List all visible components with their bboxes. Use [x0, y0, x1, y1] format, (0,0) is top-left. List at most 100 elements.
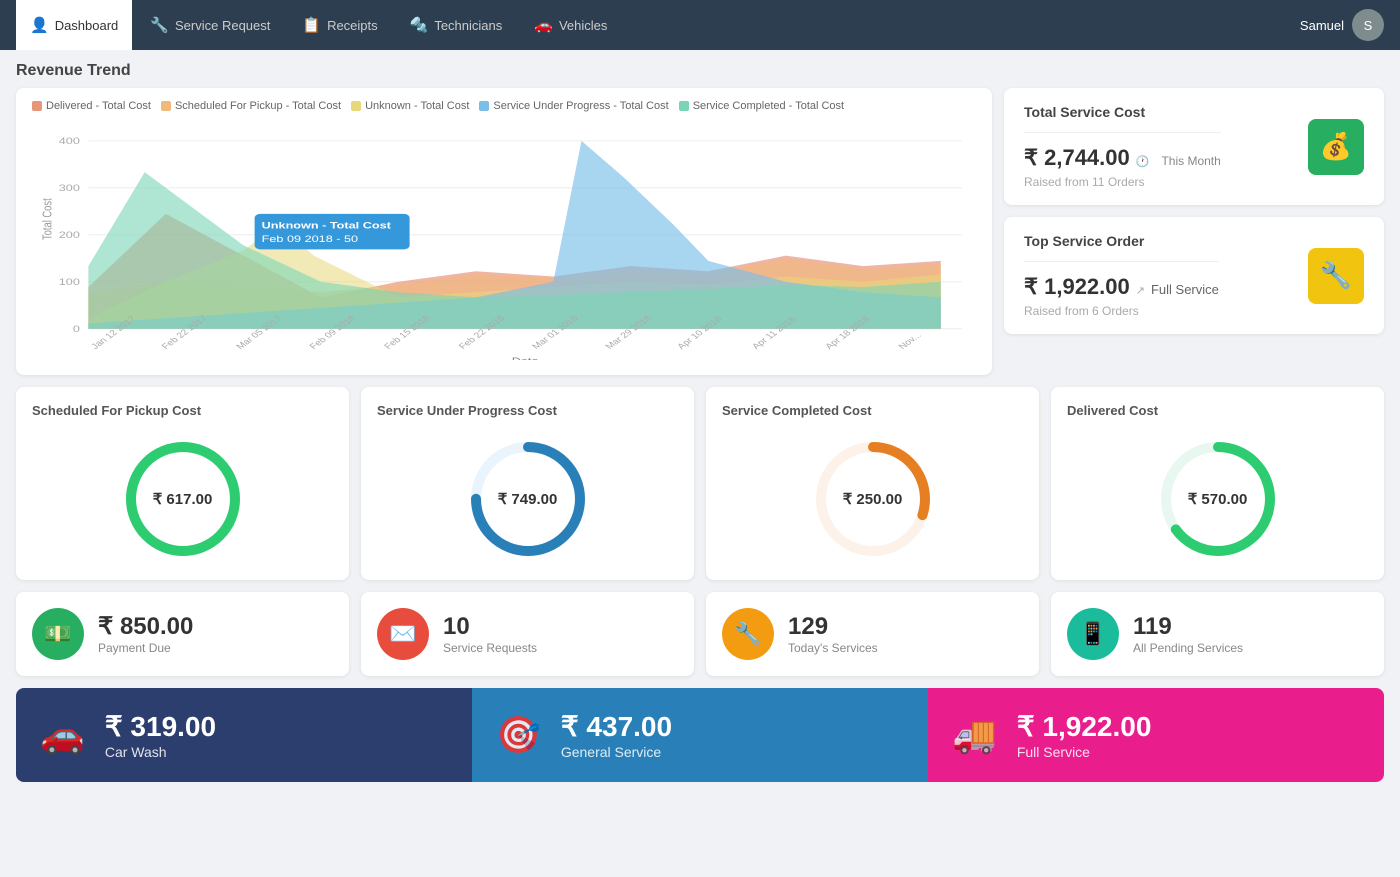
nav-right: Samuel S	[1300, 9, 1384, 41]
legend-label: Delivered - Total Cost	[46, 100, 151, 112]
bottom-card-1: 🎯 ₹ 437.00 General Service	[472, 688, 928, 782]
gauge-value-0: ₹ 617.00	[153, 490, 213, 508]
gauge-value-3: ₹ 570.00	[1188, 490, 1248, 508]
revenue-trend-title: Revenue Trend	[16, 62, 1384, 80]
top-service-order-icon: 🔧	[1308, 248, 1364, 304]
svg-text:Date: Date	[512, 357, 539, 360]
gauge-row: Scheduled For Pickup Cost ₹ 617.00 Servi…	[16, 387, 1384, 580]
svg-text:300: 300	[59, 183, 80, 193]
total-service-cost-card: Total Service Cost ₹ 2,744.00 🕐 This Mon…	[1004, 88, 1384, 205]
legend-item: Service Completed - Total Cost	[679, 100, 844, 112]
total-service-cost-period: This Month	[1161, 154, 1220, 168]
stat-icon-1: ✉️	[377, 608, 429, 660]
nav-item-receipts[interactable]: 📋 Receipts	[288, 0, 391, 50]
legend-label: Scheduled For Pickup - Total Cost	[175, 100, 341, 112]
legend-dot	[479, 101, 489, 111]
legend-dot	[32, 101, 42, 111]
chart-card: Delivered - Total Cost Scheduled For Pick…	[16, 88, 992, 375]
bottom-card-2: 🚚 ₹ 1,922.00 Full Service	[928, 688, 1384, 782]
bottom-card-icon-2: 🚚	[952, 714, 997, 756]
svg-text:100: 100	[59, 277, 80, 287]
gauge-card-1: Service Under Progress Cost ₹ 749.00	[361, 387, 694, 580]
nav-label-dashboard: Dashboard	[55, 18, 119, 33]
bottom-card-text-2: ₹ 1,922.00 Full Service	[1017, 710, 1152, 760]
bottom-card-value-2: ₹ 1,922.00	[1017, 710, 1152, 744]
bottom-card-text-0: ₹ 319.00 Car Wash	[105, 710, 216, 760]
nav-label-vehicles: Vehicles	[559, 18, 607, 33]
bottom-card-value-0: ₹ 319.00	[105, 710, 216, 744]
stat-text-0: ₹ 850.00 Payment Due	[98, 613, 193, 656]
stat-label-1: Service Requests	[443, 641, 537, 655]
svg-text:Nov...: Nov...	[896, 331, 923, 351]
chart-legend: Delivered - Total Cost Scheduled For Pick…	[32, 100, 976, 112]
stat-label-2: Today's Services	[788, 641, 878, 655]
top-service-order-sub: Raised from 6 Orders	[1024, 304, 1219, 318]
stat-value-2: 129	[788, 613, 878, 642]
stat-card-2: 🔧 129 Today's Services	[706, 592, 1039, 676]
bottom-card-label-1: General Service	[561, 744, 672, 760]
bottom-card-icon-0: 🚗	[40, 714, 85, 756]
gauge-title-2: Service Completed Cost	[722, 403, 872, 418]
gauge-container-1: ₹ 749.00	[463, 434, 593, 564]
svg-text:Total Cost: Total Cost	[41, 198, 55, 240]
stat-card-0: 💵 ₹ 850.00 Payment Due	[16, 592, 349, 676]
legend-item: Delivered - Total Cost	[32, 100, 151, 112]
stat-text-2: 129 Today's Services	[788, 613, 878, 656]
right-cards: Total Service Cost ₹ 2,744.00 🕐 This Mon…	[1004, 88, 1384, 375]
gauge-title-1: Service Under Progress Cost	[377, 403, 557, 418]
svg-text:Feb 09 2018 - 50: Feb 09 2018 - 50	[262, 235, 358, 245]
top-service-order-service: Full Service	[1151, 282, 1219, 297]
stat-value-1: 10	[443, 613, 537, 642]
total-service-cost-amount: ₹ 2,744.00	[1024, 145, 1130, 171]
nav-item-technicians[interactable]: 🔩 Technicians	[396, 0, 517, 50]
navbar: 👤 Dashboard 🔧 Service Request 📋 Receipts…	[0, 0, 1400, 50]
svg-text:Unknown - Total Cost: Unknown - Total Cost	[262, 221, 392, 231]
gauge-container-3: ₹ 570.00	[1153, 434, 1283, 564]
svg-text:0: 0	[73, 324, 80, 334]
stat-card-3: 📱 119 All Pending Services	[1051, 592, 1384, 676]
stat-text-1: 10 Service Requests	[443, 613, 537, 656]
gauge-container-2: ₹ 250.00	[808, 434, 938, 564]
nav-label-receipts: Receipts	[327, 18, 378, 33]
main-content: Revenue Trend Delivered - Total Cost Sche…	[0, 50, 1400, 794]
stat-value-3: 119	[1133, 613, 1243, 642]
technicians-icon: 🔩	[410, 16, 429, 34]
nav-label-technicians: Technicians	[434, 18, 502, 33]
legend-item: Scheduled For Pickup - Total Cost	[161, 100, 341, 112]
gauge-value-1: ₹ 749.00	[498, 490, 558, 508]
svg-text:400: 400	[59, 136, 80, 146]
stat-icon-3: 📱	[1067, 608, 1119, 660]
total-service-cost-label: Total Service Cost	[1024, 104, 1221, 120]
bottom-card-icon-1: 🎯	[496, 714, 541, 756]
stat-row: 💵 ₹ 850.00 Payment Due ✉️ 10 Service Req…	[16, 592, 1384, 676]
gauge-card-0: Scheduled For Pickup Cost ₹ 617.00	[16, 387, 349, 580]
nav-item-dashboard[interactable]: 👤 Dashboard	[16, 0, 132, 50]
nav-label-service-request: Service Request	[175, 18, 270, 33]
stat-label-3: All Pending Services	[1133, 641, 1243, 655]
gauge-value-2: ₹ 250.00	[843, 490, 903, 508]
top-row: Delivered - Total Cost Scheduled For Pick…	[16, 88, 1384, 375]
nav-item-vehicles[interactable]: 🚗 Vehicles	[520, 0, 621, 50]
top-service-order-amount: ₹ 1,922.00	[1024, 274, 1130, 300]
stat-icon-2: 🔧	[722, 608, 774, 660]
bottom-card-label-0: Car Wash	[105, 744, 216, 760]
bottom-card-label-2: Full Service	[1017, 744, 1152, 760]
total-service-cost-sub: Raised from 11 Orders	[1024, 175, 1221, 189]
bottom-card-value-1: ₹ 437.00	[561, 710, 672, 744]
gauge-title-0: Scheduled For Pickup Cost	[32, 403, 201, 418]
dashboard-icon: 👤	[30, 16, 49, 34]
top-service-order-card: Top Service Order ₹ 1,922.00 ↗ Full Serv…	[1004, 217, 1384, 334]
legend-label: Service Completed - Total Cost	[693, 100, 844, 112]
bottom-card-0: 🚗 ₹ 319.00 Car Wash	[16, 688, 472, 782]
legend-dot	[679, 101, 689, 111]
nav-avatar[interactable]: S	[1352, 9, 1384, 41]
gauge-title-3: Delivered Cost	[1067, 403, 1158, 418]
stat-icon-0: 💵	[32, 608, 84, 660]
stat-value-0: ₹ 850.00	[98, 613, 193, 642]
nav-item-service-request[interactable]: 🔧 Service Request	[136, 0, 284, 50]
nav-username: Samuel	[1300, 18, 1344, 33]
stat-card-1: ✉️ 10 Service Requests	[361, 592, 694, 676]
legend-dot	[161, 101, 171, 111]
legend-label: Service Under Progress - Total Cost	[493, 100, 668, 112]
gauge-container-0: ₹ 617.00	[118, 434, 248, 564]
